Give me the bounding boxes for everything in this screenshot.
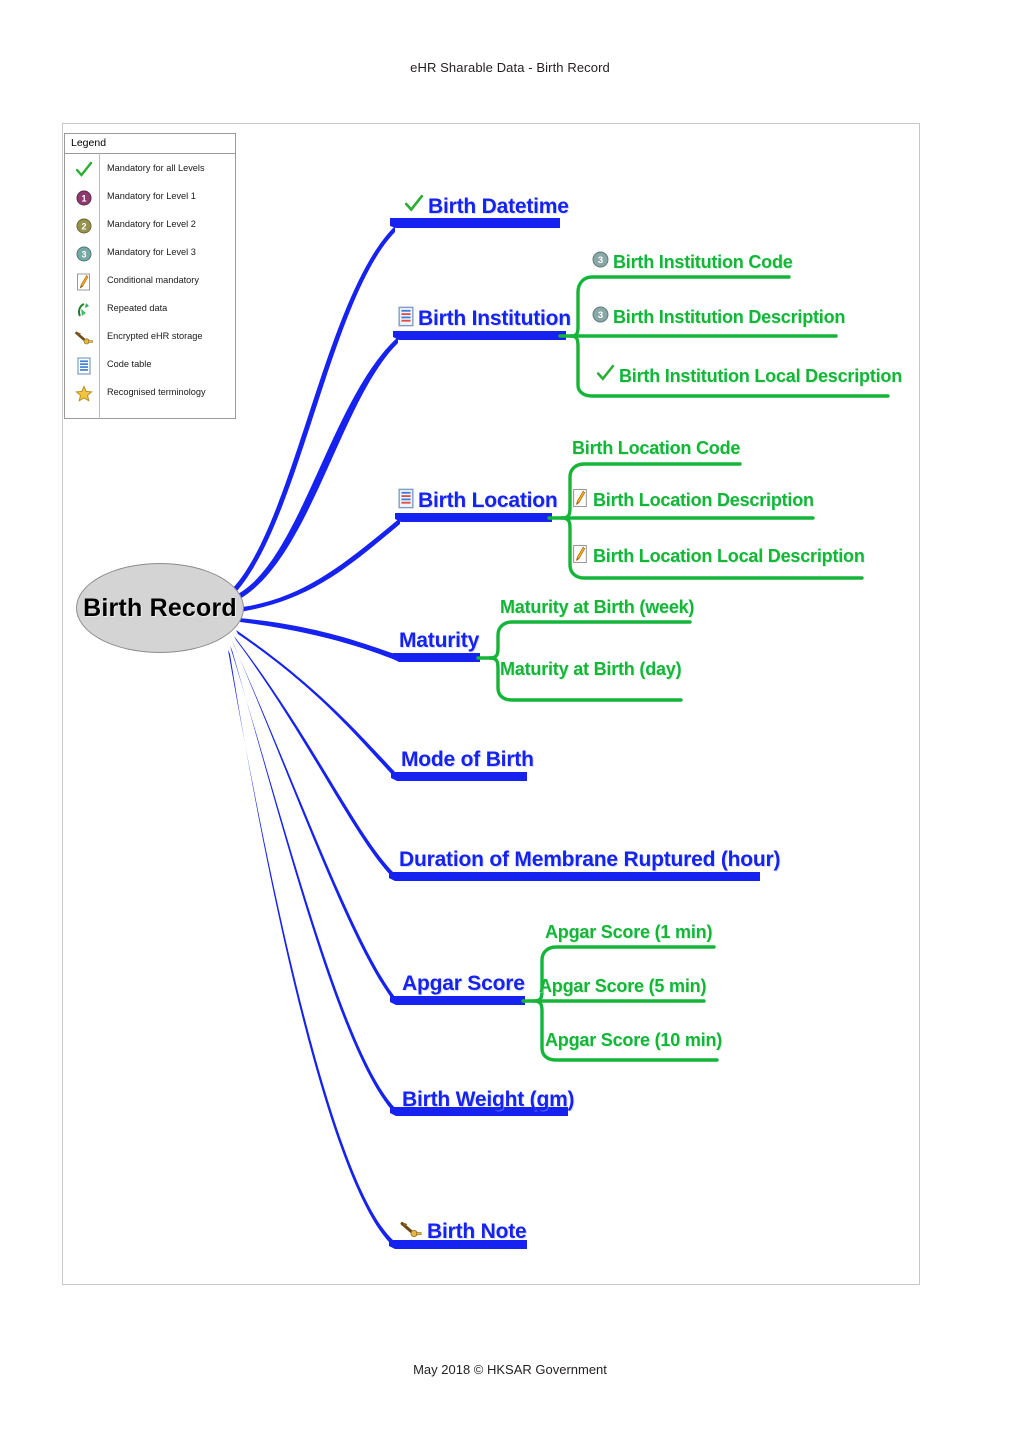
child-maturity-at-birth-week[interactable]: Maturity at Birth (week)	[500, 597, 694, 618]
legend-item-mandatory-level-3: 3 Mandatory for Level 3	[65, 240, 235, 268]
pencil-note-icon	[73, 271, 95, 293]
branch-label: Birth Institution	[418, 307, 571, 330]
legend-item-repeated-data: Repeated data	[65, 296, 235, 324]
branch-apgar-score[interactable]: Apgar Score	[402, 972, 525, 996]
branch-label: Mode of Birth	[401, 748, 534, 771]
branch-birth-institution[interactable]: Birth Institution	[398, 306, 571, 332]
child-birth-location-local-description[interactable]: Birth Location Local Description	[572, 544, 865, 569]
child-apgar-score-10-min[interactable]: Apgar Score (10 min)	[545, 1030, 722, 1051]
legend-item-conditional-mandatory: Conditional mandatory	[65, 268, 235, 296]
legend-panel: Legend Mandatory for all Levels 1 Mandat…	[64, 133, 236, 419]
legend-item-label: Conditional mandatory	[107, 275, 199, 285]
branch-label: Birth Datetime	[428, 194, 569, 218]
legend-item-label: Mandatory for Level 1	[107, 191, 196, 201]
legend-item-mandatory-level-2: 2 Mandatory for Level 2	[65, 212, 235, 240]
branch-birth-note[interactable]: Birth Note	[399, 1220, 527, 1244]
child-label: Apgar Score (1 min)	[545, 922, 713, 942]
branch-duration-of-membrane-ruptured[interactable]: Duration of Membrane Ruptured (hour)	[399, 848, 780, 872]
child-label: Birth Institution Local Description	[619, 365, 903, 386]
child-apgar-score-5-min[interactable]: Apgar Score (5 min)	[539, 976, 706, 997]
child-birth-location-description[interactable]: Birth Location Description	[572, 488, 814, 513]
child-label: Birth Location Description	[593, 490, 814, 510]
branch-mode-of-birth[interactable]: Mode of Birth	[401, 748, 534, 772]
child-birth-institution-local-description[interactable]: Birth Institution Local Description	[596, 364, 902, 388]
svg-text:2: 2	[81, 222, 86, 232]
svg-text:3: 3	[598, 255, 603, 266]
child-birth-location-code[interactable]: Birth Location Code	[572, 438, 740, 459]
legend-item-encrypted-storage: Encrypted eHR storage	[65, 324, 235, 352]
child-label: Apgar Score (5 min)	[539, 976, 707, 996]
child-apgar-score-1-min[interactable]: Apgar Score (1 min)	[545, 922, 712, 943]
child-birth-institution-code[interactable]: 3 Birth Institution Code	[592, 251, 793, 273]
child-birth-institution-description[interactable]: 3 Birth Institution Description	[592, 306, 845, 328]
level-2-circle-icon: 2	[73, 215, 95, 237]
child-label: Birth Institution Description	[613, 306, 846, 327]
branch-label: Maturity	[399, 629, 480, 652]
level-1-circle-icon: 1	[73, 187, 95, 209]
svg-text:3: 3	[598, 310, 603, 321]
encrypted-storage-icon	[73, 327, 95, 349]
level-3-circle-icon: 3	[592, 251, 609, 273]
branch-birth-weight[interactable]: Birth Weight (gm)	[402, 1088, 575, 1112]
legend-item-label: Encrypted eHR storage	[107, 331, 203, 341]
level-3-circle-icon: 3	[73, 243, 95, 265]
child-maturity-at-birth-day[interactable]: Maturity at Birth (day)	[500, 659, 682, 680]
branch-birth-location[interactable]: Birth Location	[398, 488, 558, 514]
branch-label: Apgar Score	[402, 972, 525, 995]
branch-birth-datetime[interactable]: Birth Datetime	[404, 194, 569, 219]
branch-label: Birth Note	[427, 1220, 527, 1243]
page-footer: May 2018 © HKSAR Government	[413, 1362, 607, 1377]
pencil-note-icon	[572, 544, 589, 569]
legend-item-label: Mandatory for all Levels	[107, 163, 205, 173]
legend-item-label: Mandatory for Level 2	[107, 219, 196, 229]
legend-item-code-table: Code table	[65, 352, 235, 380]
legend-title: Legend	[71, 137, 107, 149]
root-node-birth-record[interactable]: Birth Record	[76, 563, 244, 653]
star-icon	[73, 383, 95, 405]
check-icon	[404, 194, 424, 219]
child-label: Maturity at Birth (week)	[500, 597, 695, 617]
child-label: Birth Location Local Description	[593, 546, 865, 566]
code-table-icon	[73, 355, 95, 377]
child-label: Birth Location Code	[572, 438, 741, 458]
child-label: Birth Institution Code	[613, 251, 793, 272]
legend-item-mandatory-level-1: 1 Mandatory for Level 1	[65, 184, 235, 212]
svg-text:1: 1	[81, 194, 86, 204]
check-icon	[596, 364, 615, 388]
check-icon	[73, 159, 95, 181]
legend-item-label: Recognised terminology	[107, 387, 206, 397]
legend-item-label: Repeated data	[107, 303, 168, 313]
page-title: eHR Sharable Data - Birth Record	[410, 60, 610, 75]
repeated-data-icon	[73, 299, 95, 321]
child-label: Maturity at Birth (day)	[500, 659, 682, 679]
pencil-note-icon	[572, 488, 589, 513]
legend-item-label: Code table	[107, 359, 152, 369]
legend-item-label: Mandatory for Level 3	[107, 247, 196, 257]
code-table-icon	[398, 488, 414, 514]
legend-divider	[65, 153, 235, 154]
legend-item-mandatory-all-levels: Mandatory for all Levels	[65, 156, 235, 184]
branch-label: Birth Weight (gm)	[402, 1088, 575, 1111]
level-3-circle-icon: 3	[592, 306, 609, 328]
svg-text:3: 3	[81, 250, 86, 260]
branch-label: Duration of Membrane Ruptured (hour)	[399, 848, 781, 871]
child-label: Apgar Score (10 min)	[545, 1030, 723, 1050]
branch-maturity[interactable]: Maturity	[399, 629, 479, 653]
branch-label: Birth Location	[418, 489, 558, 512]
legend-item-recognised-terminology: Recognised terminology	[65, 380, 235, 408]
code-table-icon	[398, 306, 414, 332]
encrypted-storage-icon	[399, 1220, 423, 1244]
root-node-label: Birth Record	[83, 593, 237, 622]
